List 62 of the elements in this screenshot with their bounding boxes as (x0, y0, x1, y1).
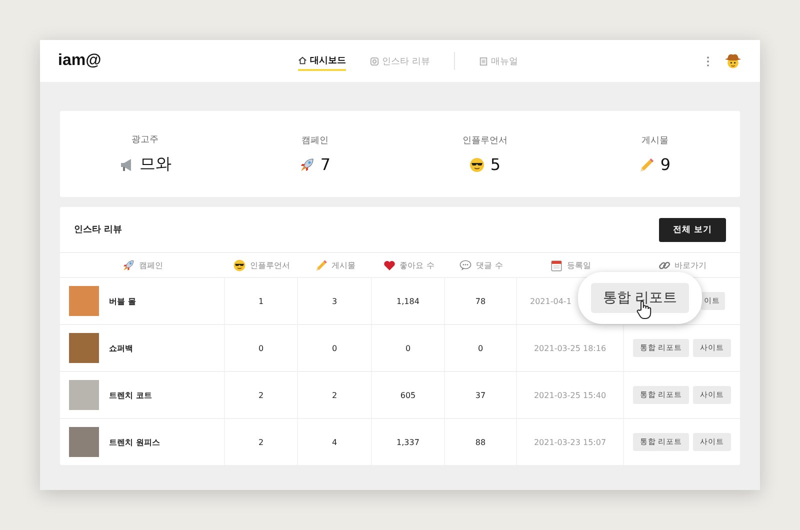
sunglasses-face-icon (233, 258, 246, 272)
date-cell: 2021-04-1 (530, 296, 572, 306)
table-cell: 0 (258, 344, 264, 352)
campaign-name[interactable]: 트렌치 원피스 (109, 436, 160, 448)
table-cell: 1,184 (396, 296, 420, 306)
date-cell: 2021-03-25 15:40 (534, 390, 606, 400)
logo: iam@ (58, 52, 102, 70)
table-cell: 2 (258, 390, 264, 400)
more-icon[interactable] (706, 56, 710, 66)
table-cell: 605 (400, 390, 416, 400)
photo-placeholder (69, 380, 99, 410)
pencil-icon (314, 258, 328, 272)
view-all-button[interactable]: 전체 보기 (659, 218, 726, 242)
campaign-name[interactable]: 버블 몰 (109, 296, 136, 306)
stat-value: 9 (660, 155, 671, 174)
sunglasses-face-icon (469, 156, 486, 172)
column-header: 게시물 (332, 260, 356, 270)
photo-placeholder (69, 427, 99, 457)
speech-bubble-icon (459, 258, 472, 272)
stat-value: 7 (320, 155, 331, 174)
table-cell: 2 (332, 390, 338, 400)
stat-value: 므와 (140, 154, 172, 175)
column-header: 등록일 (567, 260, 591, 270)
campaign-name[interactable]: 쇼퍼백 (109, 342, 133, 354)
campaign-name[interactable]: 트렌치 코트 (109, 390, 152, 400)
table-cell: 2 (258, 438, 264, 446)
pencil-icon (639, 156, 656, 172)
nav-tab[interactable]: 대시보드 (298, 52, 346, 70)
column-header: 댓글 수 (476, 260, 503, 270)
column-header: 바로가기 (674, 260, 706, 270)
book-icon (478, 56, 488, 66)
table-cell: 78 (475, 296, 486, 306)
table-cell: 0 (478, 344, 484, 352)
stat-value: 5 (490, 155, 501, 174)
camera-icon (370, 56, 379, 66)
section-title: 인스타 리뷰 (74, 224, 122, 236)
report-button[interactable]: 통합 리포트 (590, 283, 690, 313)
stat-label: 인플루언서 (462, 135, 508, 147)
date-cell: 2021-03-25 18:16 (534, 344, 606, 352)
table-cell: 37 (475, 390, 486, 400)
photo-placeholder (69, 333, 99, 363)
table-cell: 1,337 (396, 438, 420, 446)
stat-label: 캠페인 (302, 135, 328, 147)
photo-placeholder (69, 286, 99, 316)
rocket-icon (122, 258, 135, 272)
column-header: 캠페인 (139, 260, 163, 270)
stat-label: 광고주 (132, 134, 158, 146)
cowboy-face-icon[interactable] (724, 52, 742, 70)
table-cell: 0 (405, 344, 411, 352)
column-header: 인플루언서 (250, 260, 290, 270)
heart-icon (382, 258, 396, 272)
date-cell: 2021-03-23 15:07 (534, 438, 606, 446)
table-cell: 4 (332, 438, 338, 446)
table-cell: 1 (258, 296, 264, 306)
rocket-icon (299, 156, 316, 172)
stat-label: 게시물 (642, 135, 668, 147)
table-cell: 0 (332, 344, 338, 352)
column-header: 좋아요 수 (400, 260, 434, 270)
table-cell: 88 (475, 438, 486, 446)
home-icon (298, 56, 307, 64)
table-cell: 3 (332, 296, 338, 306)
calendar-icon (550, 258, 563, 272)
